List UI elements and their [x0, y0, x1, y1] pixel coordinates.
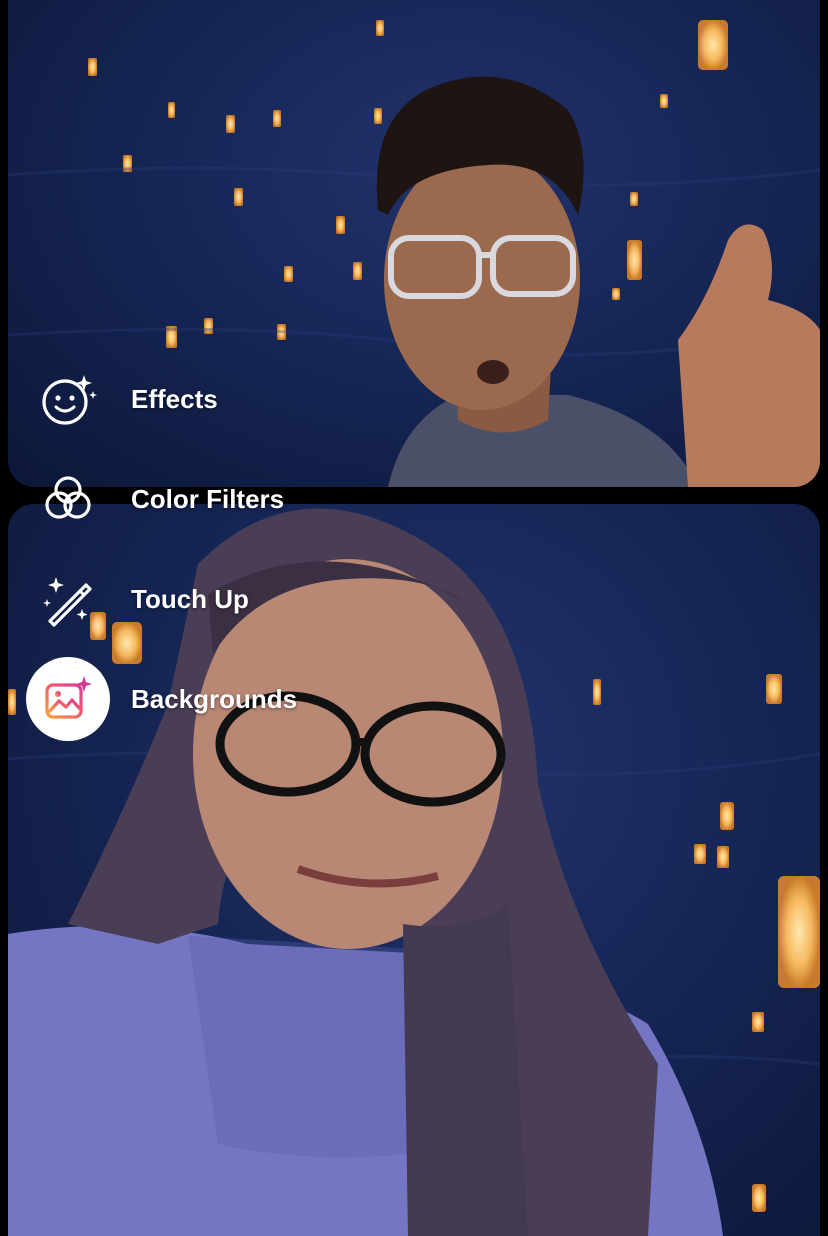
- menu-label-effects: Effects: [131, 383, 218, 414]
- magic-wand-icon: [26, 557, 110, 641]
- participant-figure-top: [376, 76, 820, 487]
- menu-label-touch-up: Touch Up: [131, 583, 249, 614]
- menu-item-touch-up[interactable]: Touch Up: [26, 557, 356, 641]
- menu-label-backgrounds: Backgrounds: [131, 683, 298, 714]
- menu-label-color-filters: Color Filters: [131, 483, 285, 514]
- face-sparkle-icon: [26, 357, 110, 441]
- menu-item-effects[interactable]: Effects: [26, 357, 356, 441]
- menu-item-color-filters[interactable]: Color Filters: [26, 457, 356, 541]
- color-circles-icon: [26, 457, 110, 541]
- menu-item-backgrounds[interactable]: Backgrounds: [26, 657, 356, 741]
- image-sparkle-icon: [26, 657, 110, 741]
